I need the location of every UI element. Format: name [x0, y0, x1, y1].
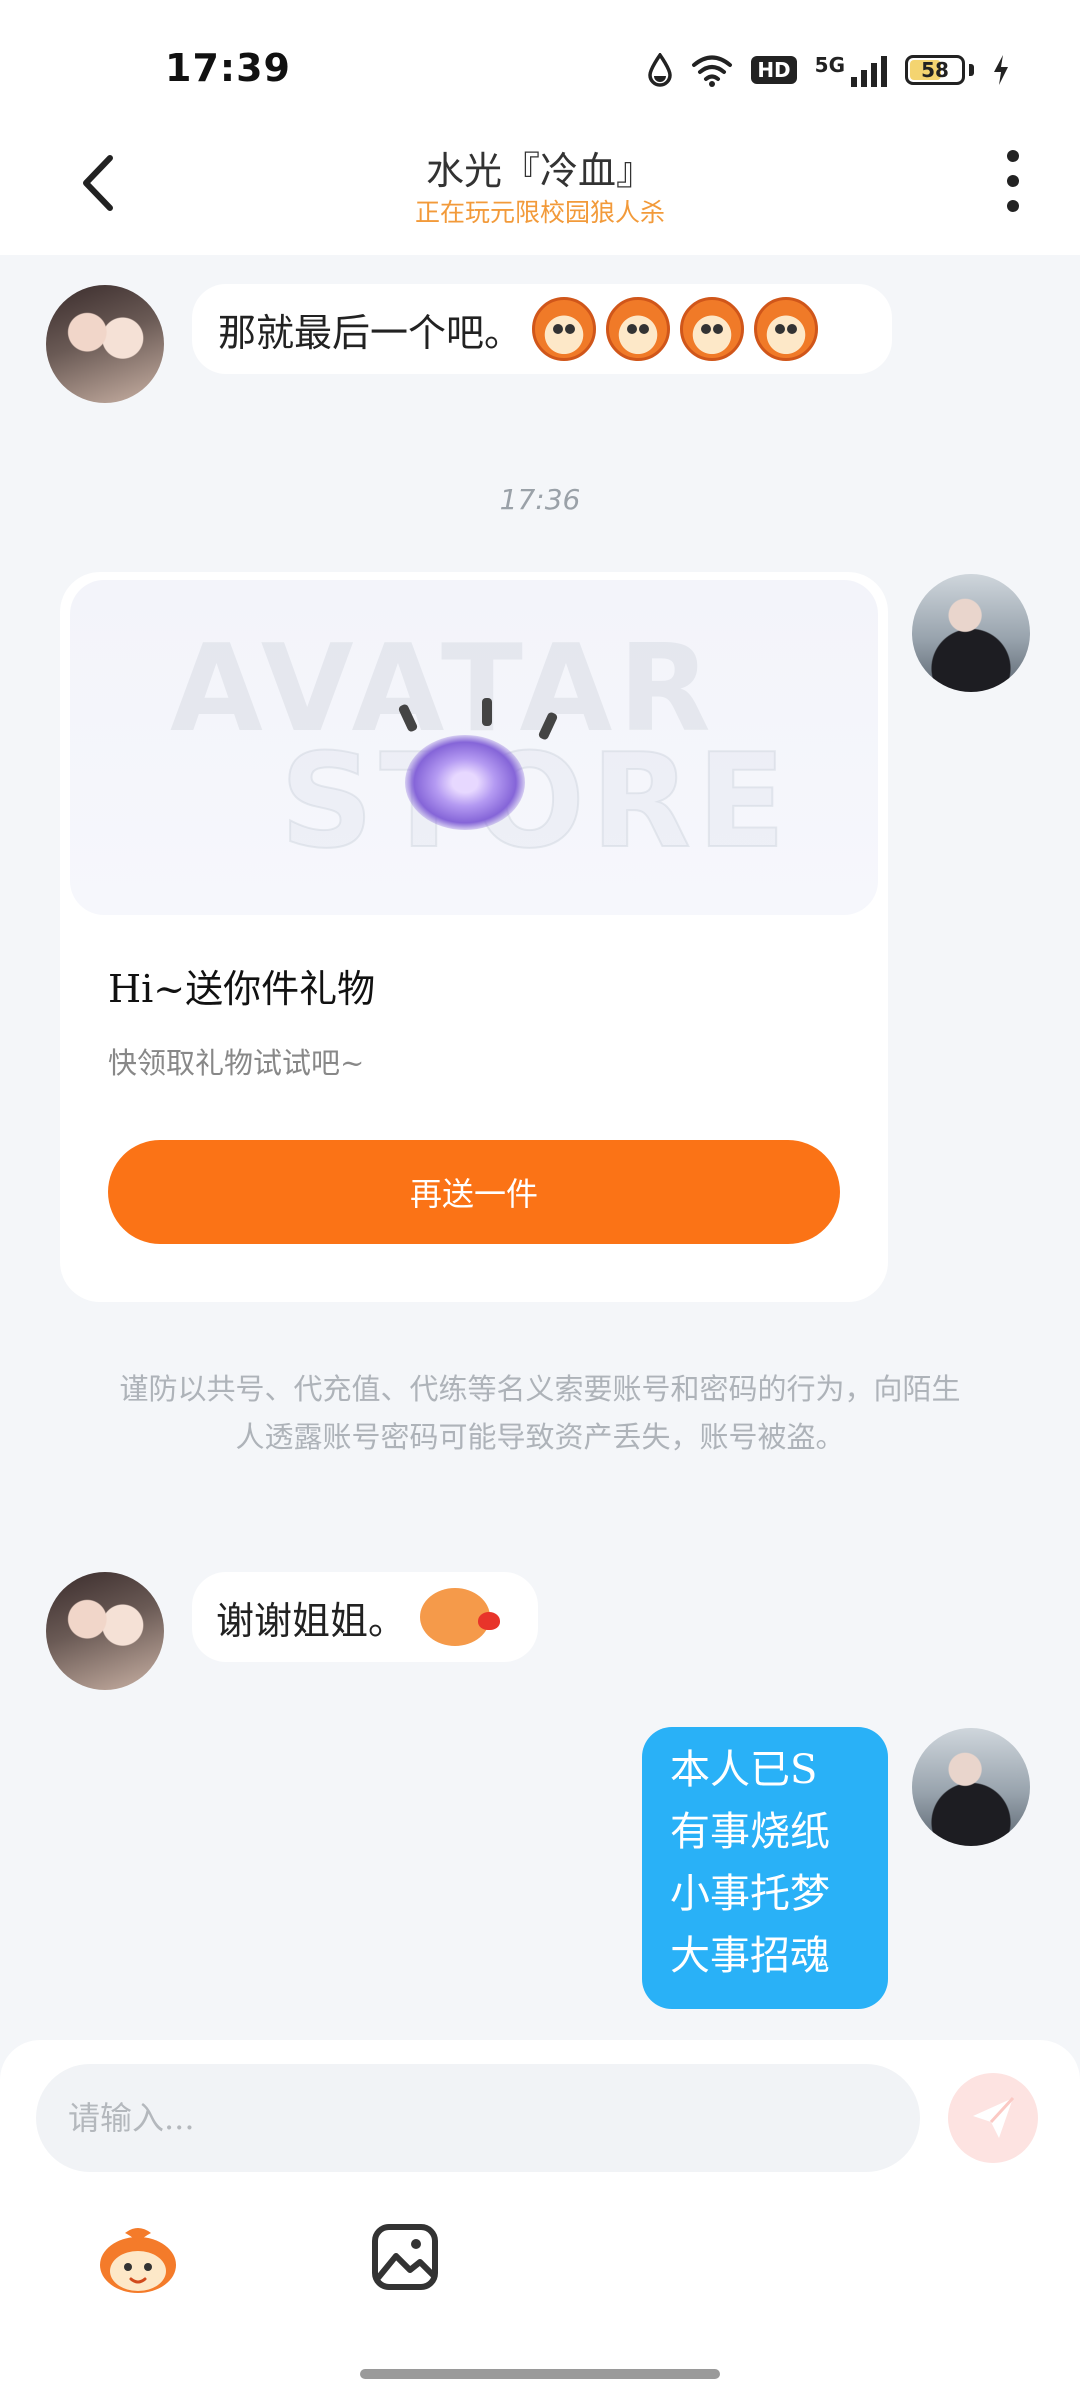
more-options-icon[interactable] [998, 150, 1028, 212]
message-bubble: 那就最后一个吧。 [192, 284, 892, 374]
monkey-emoji-icon [532, 297, 597, 361]
network-label: 5G [814, 53, 845, 77]
wifi-icon [692, 55, 733, 87]
gift-item-image [405, 735, 525, 830]
message-bubble: 谢谢姐姐。 [192, 1572, 538, 1662]
security-warning: 谨防以共号、代充值、代练等名义索要账号和密码的行为，向陌生人透露账号密码可能导致… [119, 1372, 961, 1454]
battery-tip [969, 64, 974, 76]
battery-level: 58 [921, 58, 949, 82]
message-timestamp: 17:36 [499, 483, 581, 516]
gift-description: 快领取礼物试试吧~ [108, 1046, 365, 1080]
self-avatar[interactable] [912, 574, 1030, 692]
home-indicator[interactable] [360, 2369, 720, 2379]
kiss-emoji-icon [420, 1588, 501, 1646]
gift-title: Hi~送你件礼物 [108, 967, 376, 1011]
charging-icon [994, 55, 1008, 85]
message-line: 大事招魂 [670, 1933, 830, 1979]
send-again-button[interactable]: 再送一件 [108, 1140, 840, 1244]
message-line: 小事托梦 [670, 1871, 830, 1917]
avatar[interactable] [46, 1572, 164, 1690]
gift-item-pin [482, 698, 492, 726]
water-drop-icon [648, 53, 673, 87]
emoji-sticker-icon[interactable] [95, 2225, 181, 2295]
monkey-emoji-icon [606, 297, 671, 361]
chat-subtitle: 正在玩元限校园狼人杀 [414, 198, 665, 227]
send-button[interactable] [948, 2073, 1038, 2163]
monkey-emoji-icon [754, 297, 819, 361]
message-text: 谢谢姐姐。 [216, 1598, 407, 1643]
image-picker-icon[interactable] [370, 2222, 440, 2292]
send-icon [973, 2096, 1015, 2138]
self-message-bubble: 本人已S 有事烧纸 小事托梦 大事招魂 [642, 1727, 888, 2009]
hd-icon: HD [751, 56, 797, 84]
message-input[interactable] [36, 2064, 920, 2172]
avatar[interactable] [46, 285, 164, 403]
self-avatar[interactable] [912, 1728, 1030, 1846]
battery-icon: 58 [905, 55, 965, 85]
chat-title: 水光『冷血』 [425, 149, 654, 193]
watermark-text: STORE [279, 724, 792, 878]
message-line: 有事烧纸 [670, 1809, 830, 1855]
status-icons: HD 5G 58 [647, 50, 1010, 90]
message-text: 那就最后一个吧。 [218, 310, 523, 355]
signal-icon: 5G [815, 53, 887, 87]
monkey-emoji-icon [680, 297, 745, 361]
status-time: 17:39 [165, 46, 291, 90]
message-line: 本人已S [670, 1747, 818, 1793]
